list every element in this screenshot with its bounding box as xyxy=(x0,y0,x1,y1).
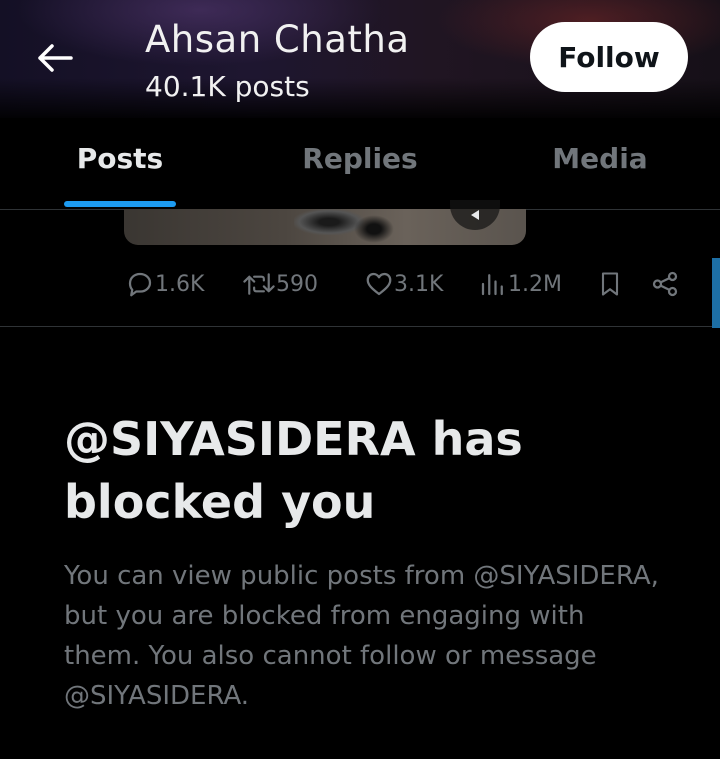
bookmark-action[interactable] xyxy=(596,266,624,302)
reply-count: 1.6K xyxy=(155,271,205,297)
profile-tabs: Posts Replies Media xyxy=(0,118,720,210)
tab-posts-label: Posts xyxy=(76,142,164,175)
arrow-left-icon xyxy=(38,44,73,72)
tab-replies-label: Replies xyxy=(302,142,418,175)
scrollbar-thumb[interactable] xyxy=(712,258,720,328)
tab-posts[interactable]: Posts xyxy=(0,118,240,209)
back-button[interactable] xyxy=(30,36,80,80)
like-count: 3.1K xyxy=(394,271,444,297)
views-count: 1.2M xyxy=(508,271,562,297)
reply-icon xyxy=(128,272,152,297)
post-count: 40.1K posts xyxy=(145,70,310,103)
heart-icon xyxy=(366,272,392,296)
repost-icon xyxy=(243,273,275,295)
share-icon xyxy=(652,271,678,297)
active-tab-indicator xyxy=(64,201,176,207)
blocked-description: You can view public posts from @SIYASIDE… xyxy=(64,561,659,711)
repost-count: 590 xyxy=(276,271,318,297)
post-action-bar: 1.6K 590 3.1K 1.2M xyxy=(0,258,720,327)
bookmark-icon xyxy=(601,272,619,296)
like-action[interactable]: 3.1K xyxy=(364,266,443,302)
tab-media[interactable]: Media xyxy=(480,118,720,209)
share-action[interactable] xyxy=(650,266,680,302)
blocked-heading: @SIYASIDERA has blocked you xyxy=(64,412,523,529)
repost-action[interactable]: 590 xyxy=(242,266,318,302)
follow-button[interactable]: Follow xyxy=(530,22,688,92)
views-icon xyxy=(481,274,503,296)
tab-replies[interactable]: Replies xyxy=(240,118,480,209)
reply-action[interactable]: 1.6K xyxy=(125,266,204,302)
profile-name: Ahsan Chatha xyxy=(145,18,410,61)
tab-media-label: Media xyxy=(552,142,648,175)
profile-header: Ahsan Chatha 40.1K posts Follow xyxy=(0,0,720,118)
play-icon xyxy=(471,210,479,220)
views-action[interactable]: 1.2M xyxy=(478,266,562,302)
media-content-detail xyxy=(354,215,394,243)
